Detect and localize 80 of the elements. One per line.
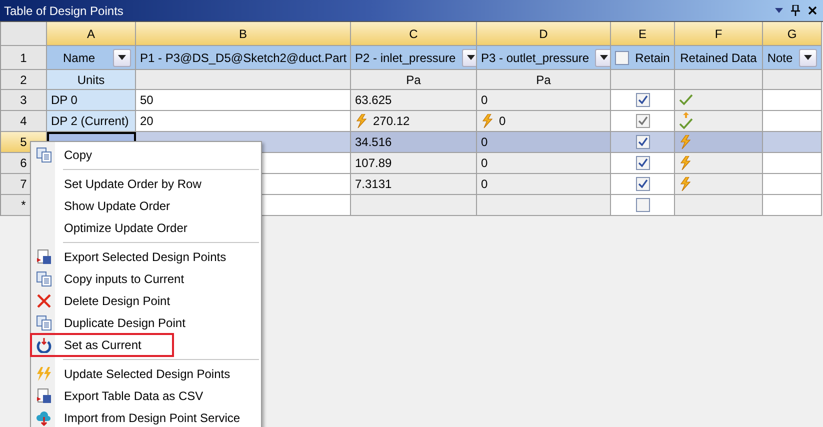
export-icon	[36, 388, 52, 404]
column-letter: E	[611, 22, 675, 46]
menu-item[interactable]: Duplicate Design Point	[31, 312, 259, 334]
cloud-icon	[36, 410, 52, 426]
circular-arrow-icon	[36, 337, 52, 353]
column-letter: C	[351, 22, 477, 46]
table-cell: Units	[47, 70, 136, 90]
column-header[interactable]: P1 - P3@DS_D5@Sketch2@duct.Part	[136, 46, 351, 70]
menu-item[interactable]: Optimize Update Order	[31, 217, 259, 239]
pin-icon[interactable]	[791, 5, 800, 16]
table-cell: Pa	[477, 70, 611, 90]
lightning-icon	[679, 177, 691, 191]
table-cell	[763, 195, 822, 216]
row-number[interactable]: 4	[1, 111, 47, 132]
lightning-icon	[481, 114, 493, 128]
column-letter: G	[763, 22, 822, 46]
dropdown-button[interactable]	[595, 48, 610, 66]
column-letter: B	[136, 22, 351, 46]
dropdown-arrow-icon	[804, 55, 812, 60]
column-header[interactable]: Retain	[611, 46, 675, 70]
cell-value: 0	[481, 93, 488, 107]
lightning-icon	[679, 135, 691, 149]
table-cell: Pa	[351, 70, 477, 90]
cell-value: 0	[481, 177, 488, 191]
menu-item[interactable]: Set as Current	[31, 334, 173, 356]
copy-icon	[36, 315, 52, 331]
cell-value: 0	[499, 114, 506, 128]
checkbox[interactable]	[636, 93, 650, 107]
cell-value: 0	[481, 156, 488, 170]
cell-value: 107.89	[355, 156, 392, 170]
column-header[interactable]: Note	[763, 46, 822, 70]
copy-icon	[36, 147, 52, 163]
cell-value: 63.625	[355, 93, 392, 107]
checkbox[interactable]	[615, 50, 629, 64]
dropdown-arrow-icon	[600, 55, 608, 60]
checkbox[interactable]	[636, 198, 650, 212]
lightning-icon	[679, 156, 691, 170]
menu-item[interactable]: Export Table Data as CSV	[31, 385, 259, 407]
cell-value: 270.12	[373, 114, 410, 128]
menu-item[interactable]: Export Selected Design Points	[31, 246, 259, 268]
menu-item[interactable]: Delete Design Point	[31, 290, 259, 312]
close-icon[interactable]	[808, 6, 817, 15]
column-header[interactable]: P3 - outlet_pressure	[477, 46, 611, 70]
dropdown-arrow-icon	[118, 55, 126, 60]
menu-item[interactable]: Copy inputs to Current	[31, 268, 259, 290]
column-header[interactable]: Retained Data	[675, 46, 763, 70]
dropdown-button[interactable]	[799, 48, 817, 66]
checkmark-icon	[679, 94, 693, 106]
checkbox[interactable]	[636, 177, 650, 191]
row-number[interactable]: 3	[1, 90, 47, 111]
corner-cell[interactable]	[1, 22, 47, 46]
column-letter: F	[675, 22, 763, 46]
copy-icon	[36, 271, 52, 287]
dropdown-arrow-icon[interactable]	[775, 8, 783, 13]
cell-value: 0	[481, 135, 488, 149]
dropdown-button[interactable]	[113, 48, 131, 66]
column-letter: A	[47, 22, 136, 46]
column-letter: D	[477, 22, 611, 46]
column-header[interactable]: Name	[47, 46, 136, 70]
checkmark-icon	[679, 118, 693, 130]
row-number: 2	[1, 70, 47, 90]
table-cell: DP 2 (Current)	[47, 111, 136, 132]
dropdown-arrow-icon	[466, 55, 475, 60]
panel-title: Table of Design Points	[4, 4, 124, 18]
menu-item[interactable]: Import from Design Point Service	[31, 407, 259, 427]
cell-value: 34.516	[355, 135, 392, 149]
column-header[interactable]: P2 - inlet_pressure	[351, 46, 477, 70]
checkbox[interactable]	[636, 156, 650, 170]
table-cell: 50	[136, 90, 351, 111]
row-number: 1	[1, 46, 47, 70]
table-cell: DP 0	[47, 90, 136, 111]
cell-value: 7.3131	[355, 177, 392, 191]
checkbox[interactable]	[636, 135, 650, 149]
dropdown-button[interactable]	[462, 48, 476, 66]
lightning-pair-icon	[36, 366, 52, 382]
lightning-icon	[355, 114, 367, 128]
menu-item[interactable]: Update Selected Design Points	[31, 363, 259, 385]
table-cell: 20	[136, 111, 351, 132]
close-icon	[36, 293, 52, 309]
export-icon	[36, 249, 52, 265]
